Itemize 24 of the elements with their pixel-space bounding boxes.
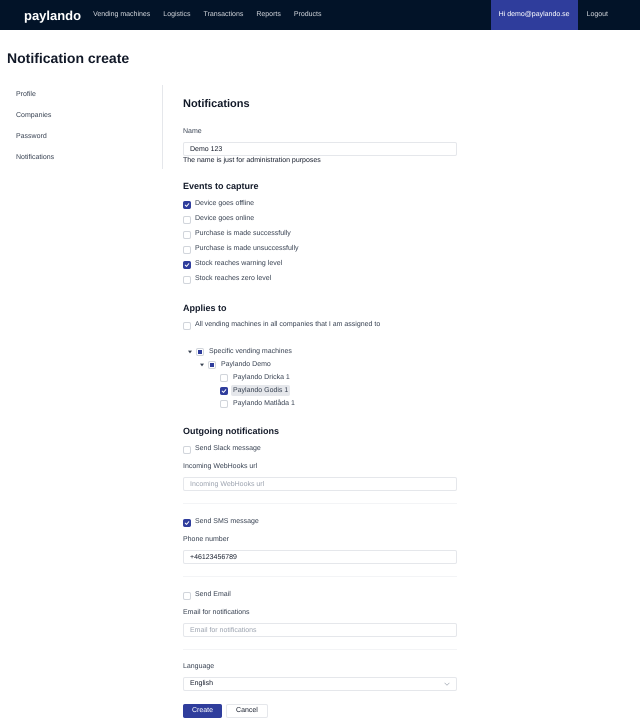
section-heading: Events to capture [183,180,260,192]
checkbox[interactable] [220,374,228,382]
checkbox[interactable] [183,260,191,268]
checkbox[interactable] [183,518,191,526]
section-heading: Outgoing notifications [183,425,280,437]
chevron-down-icon [444,682,450,686]
checkbox[interactable] [220,386,228,394]
checkbox[interactable] [183,230,191,238]
checkbox[interactable] [220,400,228,408]
checkbox[interactable] [183,216,191,224]
section-heading: Applies to [183,302,228,314]
checkbox[interactable] [196,348,204,356]
checkbox[interactable] [183,322,191,330]
logo[interactable]: paylando [24,8,82,22]
form-title: Notifications [183,97,251,111]
checkbox[interactable] [183,446,191,454]
page-title: Notification create [7,50,130,67]
checkbox[interactable] [183,592,191,600]
caret-icon[interactable] [199,362,205,366]
checkbox[interactable] [183,246,191,254]
checkbox[interactable] [183,200,191,208]
checkbox[interactable] [183,276,191,284]
checkbox[interactable] [208,360,216,368]
caret-icon[interactable] [187,350,193,354]
